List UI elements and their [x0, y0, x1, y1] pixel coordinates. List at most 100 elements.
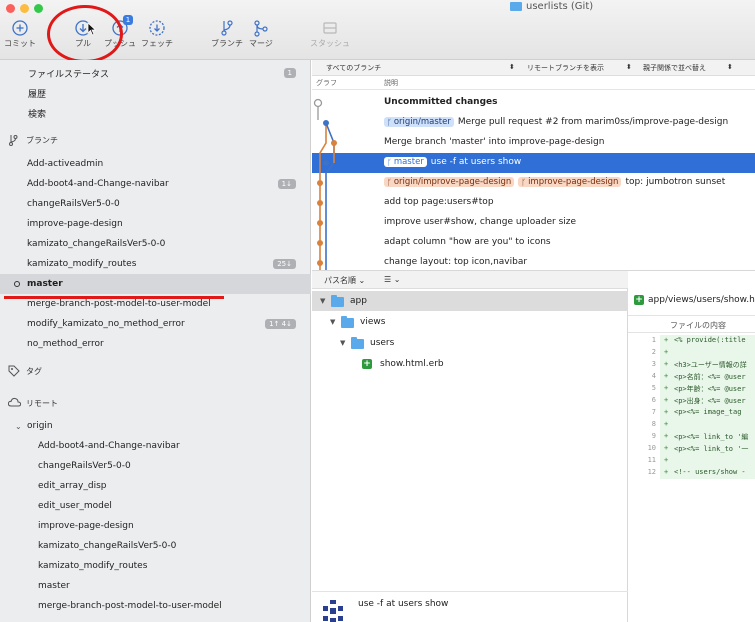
graph-column-header[interactable]: グラフ [316, 78, 337, 88]
commit-message: top: jumbotron sunset [625, 177, 726, 187]
sidebar-branch-item[interactable]: kamizato_modify_routes 25↓ [0, 254, 311, 274]
diff-line: 5 + <p>年齢：<%= @user [628, 383, 755, 395]
sidebar-remote-origin[interactable]: ⌄ origin [0, 416, 311, 436]
commit-column-header: グラフ 説明 [312, 76, 755, 90]
minimize-window-button[interactable] [20, 4, 29, 13]
branch-icon: ᚴ [387, 117, 392, 127]
fetch-button[interactable]: フェッチ [141, 18, 173, 49]
show-remote-branches-dropdown[interactable]: リモートブランチを表示 [527, 63, 604, 73]
line-number: 7 [651, 408, 656, 416]
sidebar-item-file-status[interactable]: ファイルステータス 1 [0, 63, 311, 83]
commit-row[interactable]: ᚴ master use -f at users show [312, 153, 755, 173]
line-number: 2 [651, 348, 656, 356]
line-number: 11 [647, 456, 656, 464]
diff-code: 1 + <% provide(:title 2 +3 + <h3>ユーザー情報の詳 4 + <p>… [628, 335, 755, 485]
sidebar-remote-branch-item[interactable]: improve-page-design [0, 516, 311, 536]
commit-row[interactable]: ᚴ origin/improve-page-design ᚴ improve-page… [312, 173, 755, 193]
line-number: 4 [651, 372, 656, 380]
sidebar-remote-branch-item[interactable]: edit_array_disp [0, 476, 311, 496]
added-line-marker: + [664, 444, 669, 452]
tree-folder-row[interactable]: ▼ views [312, 312, 628, 332]
diff-line: 1 + <% provide(:title [628, 335, 755, 347]
sidebar: ファイルステータス 1 履歴 検索 ブランチ Add-activeadmin Ad… [0, 60, 311, 622]
list-view-dropdown[interactable]: ☰ ⌄ [384, 275, 400, 284]
sidebar-branch-item[interactable]: improve-page-design [0, 214, 311, 234]
commit-summary-message: use -f at users show [358, 599, 449, 609]
sidebar-branch-item[interactable]: master [0, 274, 311, 294]
disclosure-triangle-icon[interactable]: ▼ [340, 339, 345, 347]
commit-row[interactable]: adapt column "how are you" to icons [312, 233, 755, 253]
commit-graph [313, 98, 337, 270]
branch-ref-label[interactable]: ᚴ origin/master [384, 117, 454, 127]
sidebar-branch-item[interactable]: no_method_error [0, 334, 311, 354]
annotation-underline [4, 296, 224, 299]
sidebar-remote-branch-item[interactable]: kamizato_modify_routes [0, 556, 311, 576]
close-window-button[interactable] [6, 4, 15, 13]
commit-message: add top page:users#top [384, 197, 494, 207]
added-line-marker: + [664, 372, 669, 380]
branch-ref-label[interactable]: ᚴ improve-page-design [518, 177, 622, 187]
push-button[interactable]: 1 プッシュ [104, 15, 136, 49]
tree-folder-row[interactable]: ▼ app [312, 291, 628, 311]
merge-button[interactable]: マージ [249, 18, 273, 49]
sidebar-branch-item[interactable]: Add-activeadmin [0, 154, 311, 174]
sidebar-remote-branch-item[interactable]: master [0, 576, 311, 596]
commit-icon [12, 18, 28, 38]
folder-icon [351, 337, 364, 349]
commit-description: change layout: top icon,navibar [384, 257, 527, 267]
sidebar-branch-item[interactable]: modify_kamizato_no_method_error 1↑ 4↓ [0, 314, 311, 334]
all-branches-dropdown[interactable]: すべてのブランチ [326, 63, 381, 73]
commit-row[interactable]: ᚴ origin/master Merge pull request #2 from… [312, 113, 755, 133]
added-line-marker: + [664, 360, 669, 368]
sidebar-remote-branch-item[interactable]: edit_user_model [0, 496, 311, 516]
sidebar-item-search[interactable]: 検索 [0, 103, 311, 123]
sidebar-item-history[interactable]: 履歴 [0, 83, 311, 103]
toolbar: userlists (Git) コミット プル 1 プッシュ フェッチ ブランチ [0, 0, 755, 60]
added-line-marker: + [664, 456, 669, 464]
diff-line: 4 + <p>名前：<%= @user [628, 371, 755, 383]
sidebar-remote-branch-item[interactable]: Add-boot4-and-Change-navibar [0, 436, 311, 456]
branch-button[interactable]: ブランチ [211, 18, 243, 49]
sidebar-tags-header[interactable]: タグ [0, 361, 311, 381]
stash-icon [322, 18, 338, 38]
sidebar-branch-item[interactable]: kamizato_changeRailsVer5-0-0 [0, 234, 311, 254]
zoom-window-button[interactable] [34, 4, 43, 13]
code-text: <p>出身：<%= @user [674, 397, 746, 405]
file-added-icon: + [634, 295, 644, 305]
mouse-cursor-icon [87, 22, 97, 36]
window-title: userlists (Git) [510, 1, 593, 12]
commit-row[interactable]: Merge branch 'master' into improve-page-… [312, 133, 755, 153]
added-line-background [660, 455, 755, 467]
sort-dropdown[interactable]: 親子関係で並べ替え [643, 63, 706, 73]
sidebar-remote-branch-item[interactable]: changeRailsVer5-0-0 [0, 456, 311, 476]
branch-icon [8, 134, 18, 148]
diff-line: 3 + <h3>ユーザー情報の詳 [628, 359, 755, 371]
branch-ref-label[interactable]: ᚴ origin/improve-page-design [384, 177, 515, 187]
sidebar-remote-branch-item[interactable]: merge-branch-post-model-to-user-model [0, 596, 311, 616]
commit-button[interactable]: コミット [4, 18, 36, 49]
path-sort-dropdown[interactable]: パス名順 ⌄ [324, 275, 365, 286]
sidebar-remote-branch-item[interactable]: kamizato_changeRailsVer5-0-0 [0, 536, 311, 556]
tree-folder-row[interactable]: ▼ users [312, 333, 628, 353]
sidebar-remotes-header[interactable]: リモート [0, 393, 311, 413]
disclosure-triangle-icon[interactable]: ▼ [320, 297, 325, 305]
branch-ahead-behind-badge: 25↓ [273, 259, 296, 269]
commit-description: add top page:users#top [384, 197, 494, 207]
sidebar-branch-item[interactable]: changeRailsVer5-0-0 [0, 194, 311, 214]
added-line-marker: + [664, 420, 669, 428]
commit-row[interactable]: add top page:users#top [312, 193, 755, 213]
description-column-header[interactable]: 説明 [384, 78, 398, 88]
sidebar-branch-item[interactable]: Add-boot4-and-Change-navibar 1↓ [0, 174, 311, 194]
stash-button[interactable]: スタッシュ [310, 18, 350, 49]
disclosure-triangle-icon[interactable]: ▼ [330, 318, 335, 326]
code-text: <!-- users/show - [674, 468, 746, 476]
cloud-icon [7, 397, 22, 409]
tree-file-row[interactable]: + show.html.erb [312, 354, 628, 374]
added-line-marker: + [664, 384, 669, 392]
commit-row[interactable]: Uncommitted changes [312, 93, 755, 113]
sidebar-branches-header[interactable]: ブランチ [0, 130, 311, 150]
commit-row[interactable]: improve user#show, change uploader size [312, 213, 755, 233]
branch-ahead-behind-badge: 1↑ 4↓ [265, 319, 296, 329]
branch-ref-label[interactable]: ᚴ master [384, 157, 427, 167]
added-line-marker: + [664, 396, 669, 404]
